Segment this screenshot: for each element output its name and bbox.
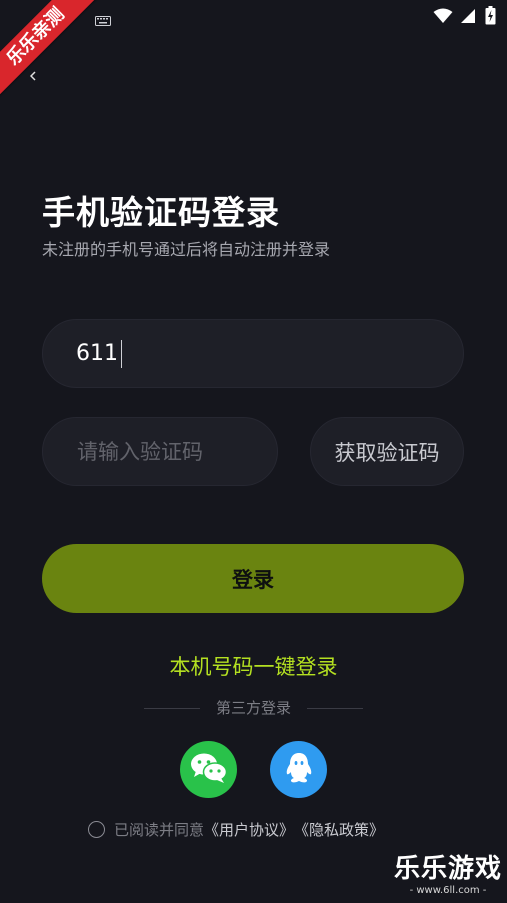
one-key-login-link[interactable]: 本机号码一键登录 (0, 651, 507, 681)
text-caret (121, 340, 122, 368)
back-arrow-icon[interactable] (29, 66, 36, 81)
wifi-icon (433, 8, 453, 28)
user-agreement-link[interactable]: 《用户协议》 (204, 819, 294, 840)
qq-icon (285, 752, 313, 788)
login-button[interactable]: 登录 (42, 544, 464, 613)
page-subtitle: 未注册的手机号通过后将自动注册并登录 (42, 240, 331, 259)
battery-charging-icon (485, 6, 496, 29)
watermark-url: - www.6ll.com - (409, 885, 487, 896)
divider-line-right (307, 708, 363, 709)
phone-number-value: 611 (76, 341, 118, 366)
phone-number-field[interactable]: 611 (42, 319, 464, 388)
third-party-label: 第三方登录 (215, 699, 291, 717)
wechat-login-button[interactable] (180, 741, 237, 798)
get-code-button[interactable]: 获取验证码 (310, 417, 464, 486)
promo-ribbon: 乐乐亲测 (0, 0, 110, 110)
verification-code-field[interactable] (42, 417, 278, 486)
privacy-policy-link[interactable]: 《隐私政策》 (294, 819, 384, 840)
page-title: 手机验证码登录 (42, 193, 280, 232)
watermark-title: 乐乐游戏 (393, 854, 502, 884)
agree-checkbox[interactable] (88, 820, 105, 838)
cellular-signal-icon (460, 8, 476, 28)
verification-code-input[interactable] (43, 418, 277, 485)
ribbon-label: 乐乐亲测 (0, 0, 104, 105)
third-party-divider: 第三方登录 (0, 697, 507, 719)
qq-login-button[interactable] (270, 741, 327, 798)
wechat-icon (190, 752, 228, 788)
agreement-prefix: 已阅读并同意 (114, 820, 205, 839)
agreement-row: 已阅读并同意 《用户协议》 《隐私政策》 (88, 818, 384, 840)
site-watermark: 乐乐游戏 - www.6ll.com - (393, 854, 503, 898)
